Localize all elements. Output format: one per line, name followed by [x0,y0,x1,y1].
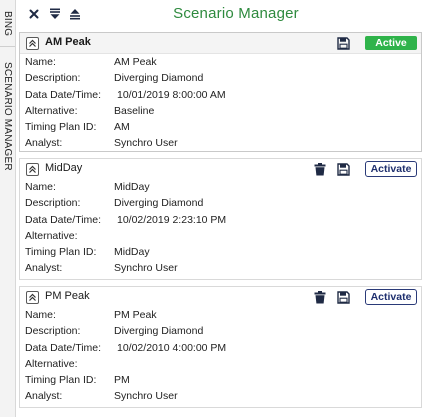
page-title: Scenario Manager [173,5,299,22]
field-label: Description: [25,197,81,210]
collapse-all-icon [50,8,60,19]
activate-button[interactable]: Activate [365,289,417,305]
activate-button[interactable]: Activate [365,161,417,177]
side-tab-strip: BING SCENARIO MANAGER [0,0,16,417]
field-label: Name: [25,56,56,68]
field-value-description: Diverging Diamond [114,197,204,210]
field-label: Data Date/Time: [25,341,102,354]
field-value-timing-plan-id: AM [114,121,130,134]
field-row-data-date-time: Data Date/Time: 10/01/2019 8:00:00 AM [20,88,421,104]
field-value-data-date-time: 10/01/2019 8:00:00 AM [117,88,226,101]
save-scenario-button[interactable] [335,35,351,51]
collapse-panel-button[interactable] [26,291,39,304]
field-row-name: Name: MidDay [20,180,421,196]
field-label: Description: [25,325,81,338]
field-label: Name: [25,309,56,321]
field-label: Analyst: [25,137,63,150]
field-label: Analyst: [25,390,63,403]
field-label: Timing Plan ID: [25,246,97,259]
field-value-timing-plan-id: MidDay [114,246,150,259]
delete-scenario-button[interactable] [312,289,328,305]
field-label: Alternative: [25,229,78,242]
field-row-description: Description: Diverging Diamond [20,71,421,87]
field-row-timing-plan-id: Timing Plan ID: AM [20,120,421,136]
scenario-title: MidDay [45,162,83,174]
field-row-analyst: Analyst: Synchro User [20,261,421,277]
field-label: Data Date/Time: [25,88,102,101]
chevron-up-icon [29,39,36,47]
field-value-name: PM Peak [114,309,157,321]
scenario-panel-midday: MidDay Activate Name: MidDay Description… [19,158,422,280]
field-value-data-date-time: 10/02/2010 4:00:00 PM [117,341,227,354]
trash-icon [314,290,326,303]
save-scenario-button[interactable] [335,161,351,177]
field-row-timing-plan-id: Timing Plan ID: MidDay [20,245,421,261]
field-row-name: Name: PM Peak [20,308,421,324]
collapse-all-button[interactable] [47,6,63,22]
field-value-analyst: Synchro User [114,262,178,275]
save-scenario-button[interactable] [335,289,351,305]
field-label: Timing Plan ID: [25,121,97,134]
field-row-timing-plan-id: Timing Plan ID: PM [20,373,421,389]
scenario-title: AM Peak [45,36,91,48]
field-label: Description: [25,72,81,85]
scenario-panel-header: PM Peak Activate [20,287,421,307]
side-tab-scenario-manager[interactable]: SCENARIO MANAGER [0,52,15,180]
field-label: Data Date/Time: [25,213,102,226]
collapse-panel-button[interactable] [26,37,39,50]
field-row-data-date-time: Data Date/Time: 10/02/2010 4:00:00 PM [20,341,421,357]
field-row-analyst: Analyst: Synchro User [20,136,421,152]
scenario-panel-header: MidDay Activate [20,159,421,179]
field-row-analyst: Analyst: Synchro User [20,389,421,405]
collapse-panel-button[interactable] [26,163,39,176]
delete-scenario-button[interactable] [312,161,328,177]
scenario-panel-header: AM Peak Active [20,33,421,54]
active-status-badge[interactable]: Active [365,36,417,50]
side-tab-scenario-manager-label: SCENARIO MANAGER [2,61,13,171]
field-row-description: Description: Diverging Diamond [20,324,421,340]
trash-icon [314,162,326,175]
panel-header: Scenario Manager [16,0,433,30]
scenario-panel-pm-peak: PM Peak Activate Name: PM Peak Descripti… [19,286,422,408]
field-label: Name: [25,181,56,193]
field-value-data-date-time: 10/02/2019 2:23:10 PM [117,213,227,226]
field-row-name: Name: AM Peak [20,55,421,71]
field-label: Alternative: [25,357,78,370]
field-row-alternative: Alternative: [20,229,421,245]
side-tab-bing-label: BING [2,11,13,37]
field-value-alternative: Baseline [114,104,155,117]
field-value-analyst: Synchro User [114,137,178,150]
field-label: Analyst: [25,262,63,275]
save-icon [336,290,350,304]
field-row-alternative: Alternative: [20,357,421,373]
field-value-analyst: Synchro User [114,390,178,403]
save-icon [336,36,350,50]
field-value-name: AM Peak [114,56,157,68]
side-tab-bing[interactable]: BING [0,2,15,47]
chevron-up-icon [29,165,36,173]
close-button[interactable] [26,6,42,22]
field-value-name: MidDay [114,181,150,193]
field-row-description: Description: Diverging Diamond [20,196,421,212]
scenario-panel-am-peak: AM Peak Active Name: AM Peak Description… [19,32,422,152]
scenario-title: PM Peak [45,290,90,302]
field-value-description: Diverging Diamond [114,325,204,338]
field-label: Timing Plan ID: [25,374,97,387]
save-icon [336,162,350,176]
field-row-data-date-time: Data Date/Time: 10/02/2019 2:23:10 PM [20,213,421,229]
field-row-alternative: Alternative: Baseline [20,104,421,120]
expand-all-icon [70,9,80,20]
close-icon [29,9,39,19]
field-label: Alternative: [25,104,78,117]
field-value-timing-plan-id: PM [114,374,130,387]
field-value-description: Diverging Diamond [114,72,204,85]
chevron-up-icon [29,293,36,301]
expand-all-button[interactable] [67,6,83,22]
